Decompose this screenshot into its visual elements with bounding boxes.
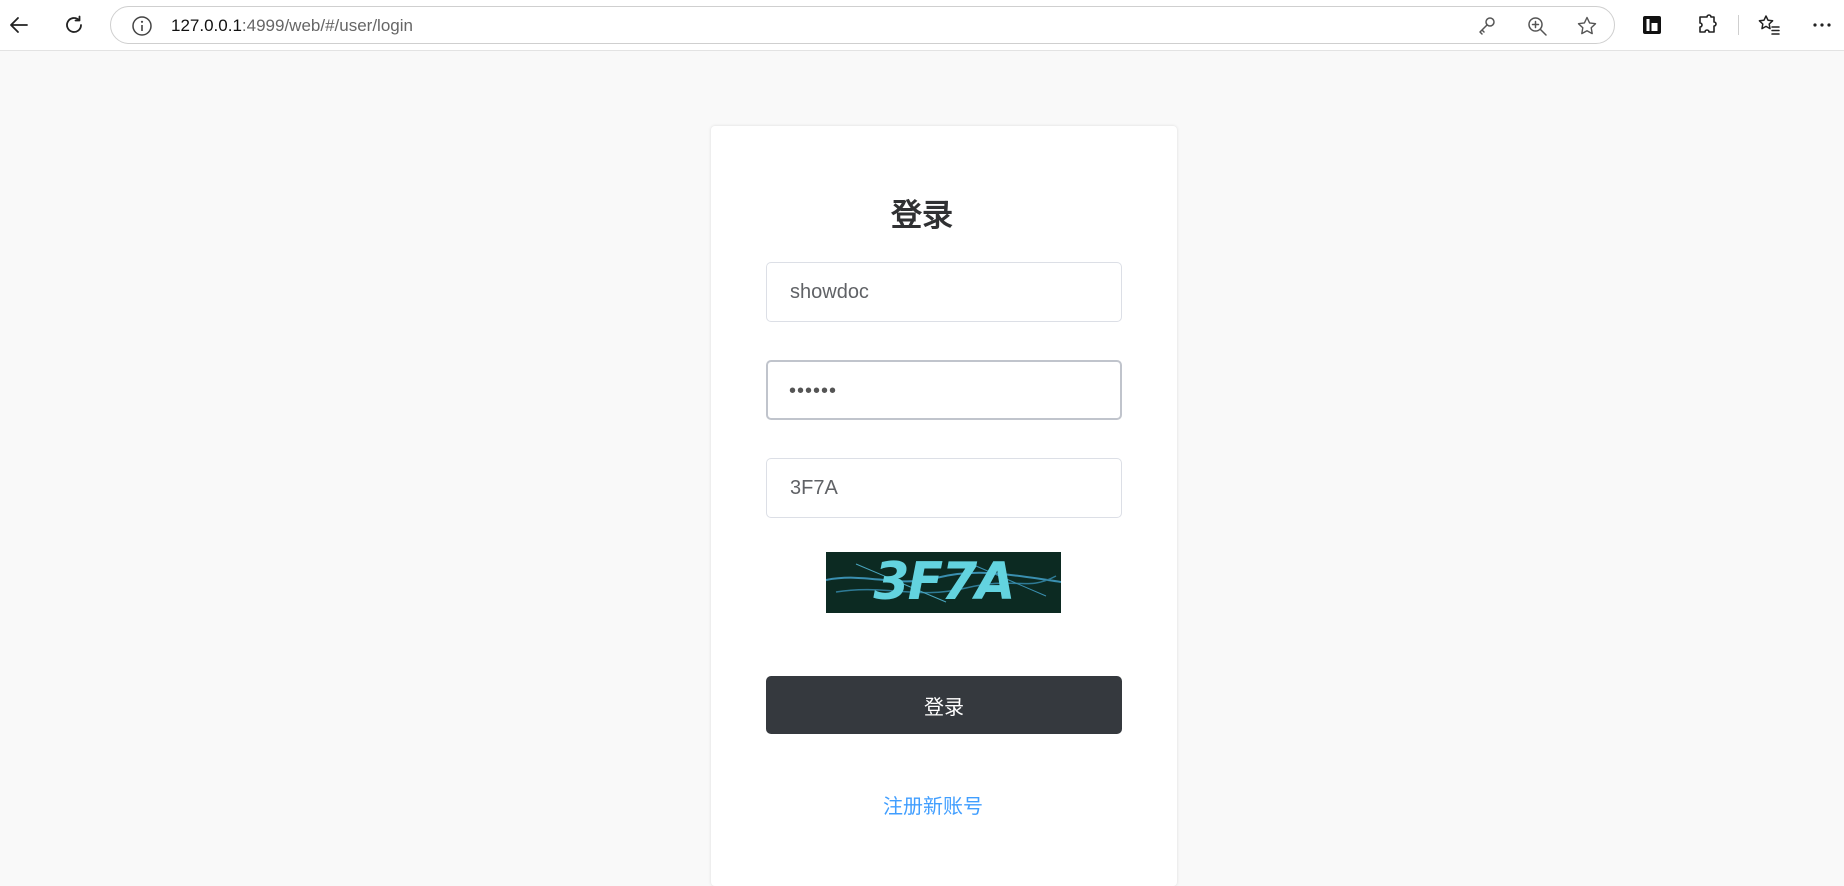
reading-view-icon: [1643, 16, 1661, 34]
extensions-icon: [1699, 14, 1717, 33]
url-text[interactable]: 127.0.0.1:4999/web/#/user/login: [171, 16, 413, 36]
add-favorite-button[interactable]: [1576, 15, 1598, 42]
toolbar-separator: [1738, 15, 1739, 35]
back-icon: [10, 17, 28, 33]
zoom-icon: [1528, 17, 1547, 36]
login-title: 登录: [891, 198, 953, 234]
more-button[interactable]: [1806, 9, 1838, 41]
url-host: 127.0.0.1: [171, 16, 242, 35]
url-path: :4999/web/#/user/login: [241, 16, 413, 35]
refresh-button[interactable]: [58, 9, 90, 41]
key-icon: [1479, 17, 1495, 35]
username-input[interactable]: [766, 262, 1122, 322]
password-key-button[interactable]: [1476, 15, 1498, 42]
favorite-star-icon: [1577, 16, 1597, 35]
address-bar[interactable]: 127.0.0.1:4999/web/#/user/login: [110, 6, 1615, 44]
favorites-button[interactable]: [1753, 9, 1785, 41]
favorites-icon: [1758, 15, 1780, 35]
captcha-text: 3F7A: [873, 552, 1015, 612]
register-link[interactable]: 注册新账号: [0, 790, 1844, 819]
zoom-button[interactable]: [1526, 15, 1548, 42]
captcha-image[interactable]: 3F7A: [826, 552, 1061, 613]
browser-toolbar: 127.0.0.1:4999/web/#/user/login: [0, 0, 1844, 51]
extensions-button[interactable]: [1691, 9, 1723, 41]
more-icon: [1813, 23, 1831, 27]
reading-view-button[interactable]: [1636, 9, 1668, 41]
refresh-icon: [66, 15, 82, 33]
info-icon: [132, 16, 152, 36]
site-info-button[interactable]: [131, 15, 153, 42]
login-submit-button[interactable]: 登录: [766, 676, 1122, 734]
back-button[interactable]: [3, 9, 35, 41]
password-input[interactable]: [766, 360, 1122, 420]
captcha-input[interactable]: [766, 458, 1122, 518]
